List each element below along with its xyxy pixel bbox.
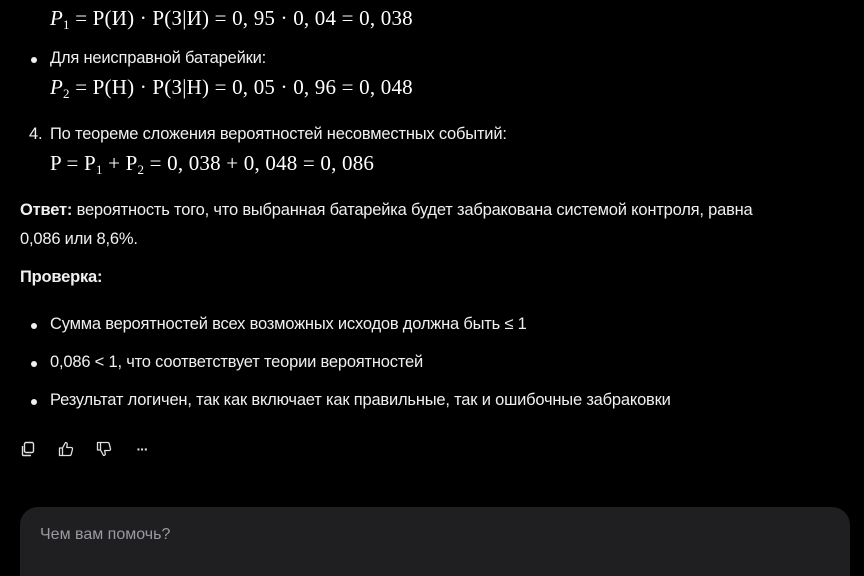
result-label: Ответ: (20, 201, 73, 219)
copy-button[interactable] (20, 441, 36, 457)
formula-total-rhs: = 0, 038 + 0, 048 = 0, 086 (144, 151, 375, 175)
bullet-dot (31, 57, 37, 63)
result-line1: Ответ: вероятность того, что выбранная б… (20, 201, 753, 220)
bullet-dot (31, 361, 37, 367)
like-button[interactable] (58, 441, 74, 457)
formula-p1-lhs: P (50, 6, 64, 30)
chat-answer: P1 = P(И) · P(З|И) = 0, 95 · 0, 04 = 0, … (0, 0, 864, 576)
step4-number: 4. (29, 125, 43, 143)
bullet-dot (31, 323, 37, 329)
more-button[interactable]: ··· (134, 441, 150, 457)
formula-total-sub1: 1 (95, 162, 103, 177)
message-actions: ··· (20, 441, 150, 457)
check-item: Результат логичен, так как включает как … (50, 391, 671, 409)
thumbs-up-icon (58, 441, 74, 457)
formula-p2-sub: 2 (63, 86, 70, 101)
result-text: вероятность того, что выбранная батарейк… (72, 201, 753, 219)
bullet-dot (31, 399, 37, 405)
check-item: Сумма вероятностей всех возможных исходо… (50, 315, 527, 333)
thumbs-down-icon (96, 441, 112, 457)
copy-icon (21, 441, 35, 457)
more-icon: ··· (136, 441, 149, 457)
formula-p2-lhs: P (50, 75, 64, 99)
formula-p1-sub: 1 (63, 17, 70, 32)
formula-p1: P1 = P(И) · P(З|И) = 0, 95 · 0, 04 = 0, … (50, 6, 413, 33)
check-title: Проверка: (20, 268, 103, 286)
result-line2: 0,086 или 8,6%. (20, 230, 138, 248)
step4-label: По теореме сложения вероятностей несовме… (50, 125, 507, 143)
formula-p2: P2 = P(Н) · P(З|Н) = 0, 05 · 0, 96 = 0, … (50, 75, 413, 102)
formula-p1-rhs: = P(И) · P(З|И) = 0, 95 · 0, 04 = 0, 038 (75, 6, 413, 30)
dislike-button[interactable] (96, 441, 112, 457)
message-input[interactable] (38, 525, 822, 545)
formula-total-mid: + P (102, 151, 138, 175)
formula-total-lhs: P = P (50, 151, 96, 175)
check-item: 0,086 < 1, что соответствует теории веро… (50, 353, 424, 371)
message-composer (20, 507, 850, 576)
formula-p2-rhs: = P(Н) · P(З|Н) = 0, 05 · 0, 96 = 0, 048 (75, 75, 413, 99)
formula-total: P = P1 + P2 = 0, 038 + 0, 048 = 0, 086 (50, 151, 374, 178)
item-faulty-label: Для неисправной батарейки: (50, 49, 267, 67)
